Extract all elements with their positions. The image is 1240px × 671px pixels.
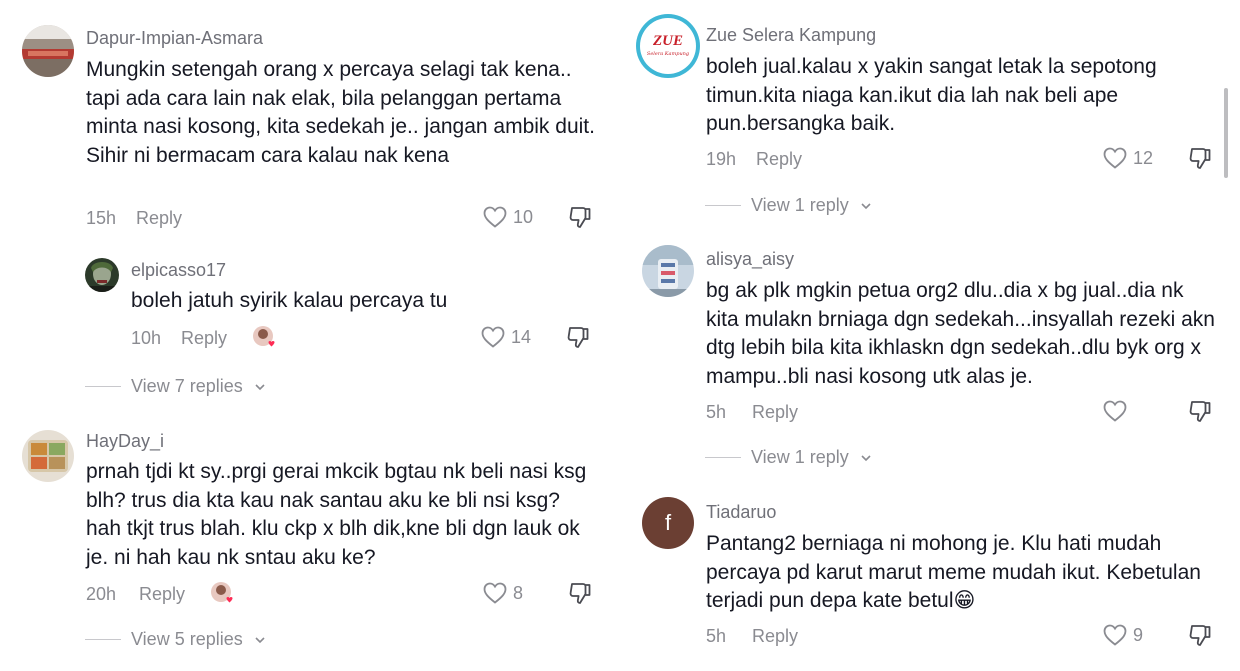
like-count: 8 <box>513 582 524 603</box>
chevron-down-icon <box>861 202 871 209</box>
comment-text: bg ak plk mgkin petua org2 dlu..dia x bg… <box>706 279 1215 388</box>
avatar-logo-text: ZUE <box>653 33 683 49</box>
comment-time: 19h <box>706 149 737 169</box>
dislike-icon[interactable] <box>1187 399 1213 425</box>
avatar-image <box>85 258 119 292</box>
heart-outline-icon <box>481 326 505 348</box>
comment-column-left: Dapur-Impian-Asmara Mungkin setengah ora… <box>0 0 600 671</box>
like-button[interactable]: 12 <box>1103 147 1153 169</box>
avatar-logo: ZUE Selera Kampung <box>640 18 696 74</box>
like-button[interactable]: 10 <box>483 206 533 228</box>
grin-emoji: 😁 <box>953 589 976 612</box>
reply-time: 10h <box>131 328 162 348</box>
like-button[interactable]: 14 <box>481 326 531 348</box>
comment-username[interactable]: Dapur-Impian-Asmara <box>86 28 263 49</box>
comment-text: prnah tjdi kt sy..prgi gerai mkcik bgtau… <box>86 460 587 569</box>
like-button[interactable]: 8 <box>483 582 523 604</box>
avatar[interactable] <box>22 25 74 77</box>
view-replies-label: View 1 reply <box>751 195 849 215</box>
reply-button[interactable]: Reply <box>752 402 798 423</box>
like-button[interactable] <box>1103 400 1127 422</box>
heart-outline-icon <box>483 206 507 228</box>
divider <box>705 457 741 458</box>
view-replies-button[interactable]: View 7 replies <box>85 376 267 397</box>
chevron-down-icon <box>255 636 265 643</box>
chevron-down-icon <box>255 383 265 390</box>
reply-button[interactable]: Reply <box>181 328 227 349</box>
comment-text: Mungkin setengah orang x percaya selagi … <box>86 58 595 167</box>
like-count: 14 <box>511 326 532 347</box>
comment-time: 20h <box>86 584 117 604</box>
view-replies-button[interactable]: View 1 reply <box>705 447 873 468</box>
scrollbar[interactable] <box>1224 88 1228 178</box>
view-replies-label: View 7 replies <box>131 376 243 396</box>
dislike-icon[interactable] <box>1187 623 1213 649</box>
view-replies-label: View 5 replies <box>131 629 243 649</box>
avatar-image <box>22 430 74 482</box>
divider <box>705 205 741 206</box>
liked-by-creator-badge <box>210 581 236 607</box>
view-replies-button[interactable]: View 1 reply <box>705 195 873 216</box>
avatar-image <box>22 25 74 77</box>
heart-outline-icon <box>1103 624 1127 646</box>
heart-outline-icon <box>1103 147 1127 169</box>
comment-username[interactable]: Zue Selera Kampung <box>706 25 876 46</box>
dislike-icon[interactable] <box>567 581 593 607</box>
avatar-image <box>642 245 694 297</box>
like-count: 9 <box>1133 624 1144 645</box>
comment-text: boleh jual.kalau x yakin sangat letak la… <box>706 55 1157 135</box>
comment-text: Pantang2 berniaga ni mohong je. Klu hati… <box>706 530 1218 616</box>
reply-text: boleh jatuh syirik kalau percaya tu <box>131 289 448 312</box>
comment-username[interactable]: alisya_aisy <box>706 249 794 270</box>
avatar[interactable]: f <box>642 497 694 549</box>
reply-button[interactable]: Reply <box>139 584 185 605</box>
comment-username[interactable]: HayDay_i <box>86 431 164 452</box>
heart-outline-icon <box>1103 400 1127 422</box>
like-count: 10 <box>513 206 534 227</box>
like-count: 12 <box>1133 147 1154 168</box>
reply-button[interactable]: Reply <box>752 626 798 647</box>
comment-time: 15h <box>86 208 117 228</box>
reply-button[interactable]: Reply <box>136 208 182 229</box>
like-button[interactable]: 9 <box>1103 624 1143 646</box>
dislike-icon[interactable] <box>565 325 591 351</box>
dislike-icon[interactable] <box>567 205 593 231</box>
comment-time: 5h <box>706 402 727 422</box>
dislike-icon[interactable] <box>1187 146 1213 172</box>
chevron-down-icon <box>861 454 871 461</box>
comment-time: 5h <box>706 626 727 646</box>
avatar[interactable] <box>22 430 74 482</box>
avatar[interactable] <box>85 258 119 292</box>
divider <box>85 639 121 640</box>
view-replies-button[interactable]: View 5 replies <box>85 629 267 650</box>
heart-outline-icon <box>483 582 507 604</box>
view-replies-label: View 1 reply <box>751 447 849 467</box>
avatar[interactable] <box>642 245 694 297</box>
reply-username[interactable]: elpicasso17 <box>131 260 226 281</box>
avatar[interactable]: ZUE Selera Kampung <box>636 14 700 78</box>
comment-column-right: ZUE Selera Kampung Zue Selera Kampung bo… <box>620 0 1220 671</box>
liked-by-creator-badge <box>252 325 278 351</box>
divider <box>85 386 121 387</box>
comment-username[interactable]: Tiadaruo <box>706 502 776 523</box>
avatar-logo-subtext: Selera Kampung <box>646 51 690 57</box>
reply-button[interactable]: Reply <box>756 149 802 170</box>
avatar-letter: f <box>664 510 672 535</box>
